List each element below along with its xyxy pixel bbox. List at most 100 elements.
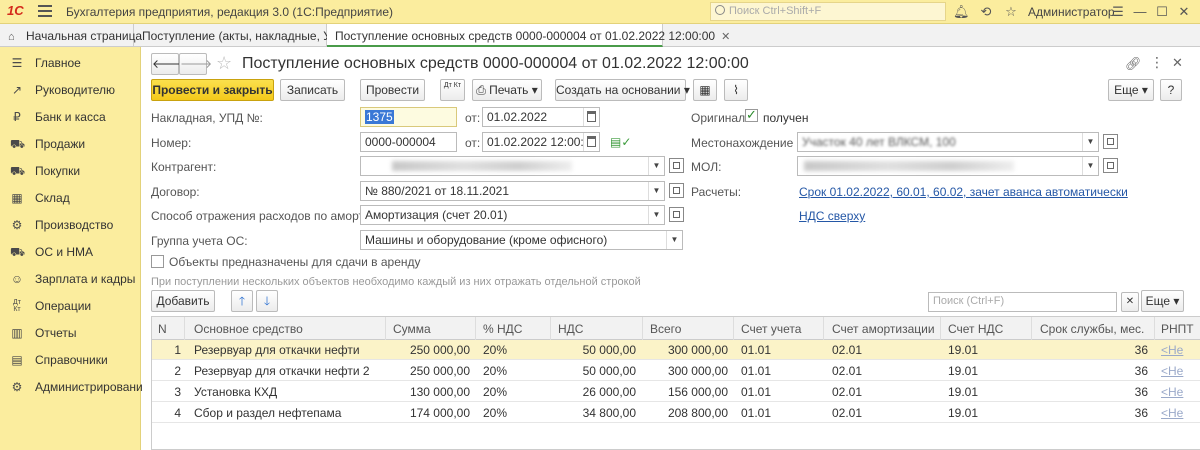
sidebar-item-purchases[interactable]: ⛟ Покупки [0,157,141,184]
link-icon[interactable]: 🔗︎ [1125,56,1142,72]
table-row[interactable]: 2 Резервуар для откачки нефти 2 250 000,… [152,361,1200,381]
sidebar-item-operations[interactable]: Дт Кт Операции [0,292,141,319]
calendar-icon[interactable] [583,133,599,151]
sidebar-item-fixed-assets[interactable]: ⛟ ОС и НМА [0,238,141,265]
cell-n: 1 [174,343,181,357]
sidebar-item-warehouse[interactable]: ▦ Склад [0,184,141,211]
settings-icon[interactable]: ☰ [1110,4,1126,20]
open-mol-icon[interactable] [1103,158,1118,173]
sidebar-item-manager[interactable]: ↗ Руководителю [0,76,141,103]
invoice-date-input[interactable]: 01.02.2022 [482,107,600,127]
cell-vat-rate: 20% [483,385,508,399]
sidebar-item-catalogs[interactable]: ▤ Справочники [0,346,141,373]
chevron-down-icon[interactable]: ▼ [666,231,682,249]
chevron-down-icon[interactable]: ▼ [648,206,664,224]
move-up-button[interactable]: 🡑 [231,290,253,312]
star-icon[interactable]: ☆ [1003,4,1019,20]
chevron-down-icon[interactable]: ▼ [648,182,664,200]
back-button[interactable]: 🡐 [151,53,184,75]
contract-input[interactable]: № 880/2021 от 18.11.2021 ▼ [360,181,665,201]
cell-rnpt[interactable]: <Не [1161,364,1183,378]
chevron-down-icon[interactable]: ▼ [1082,133,1098,151]
col-asset[interactable]: Основное средство [194,322,303,336]
close-window-icon[interactable]: ✕ [1176,4,1192,20]
print-button[interactable]: ⎙ Печать ▾ [472,79,542,101]
tab-fixed-assets-receipt[interactable]: Поступление основных средств 0000-000004… [327,24,730,47]
current-user[interactable]: Администратор [1028,5,1115,19]
books-icon: ▤ [11,353,23,367]
open-contract-icon[interactable] [669,183,684,198]
lease-checkbox[interactable] [151,255,164,268]
col-vat[interactable]: НДС [558,322,583,336]
create-based-button[interactable]: Создать на основании ▾ [555,79,690,101]
col-account[interactable]: Счет учета [741,322,801,336]
clear-search-button[interactable]: ✕ [1121,292,1139,312]
open-counterparty-icon[interactable] [669,158,684,173]
tab-fixed-assets-receipt-label: Поступление основных средств 0000-000004… [335,29,716,43]
minimize-icon[interactable]: — [1132,4,1148,20]
vat-link[interactable]: НДС сверху [799,209,865,223]
depreciation-input[interactable]: Амортизация (счет 20.01) ▼ [360,205,665,225]
cell-rnpt[interactable]: <Не [1161,343,1183,357]
col-dep-account[interactable]: Счет амортизации [832,322,935,336]
col-rnpt[interactable]: РНПТ [1161,322,1194,336]
sidebar-item-payroll[interactable]: ☺ Зарплата и кадры [0,265,141,292]
cell-rnpt[interactable]: <Не [1161,406,1183,420]
sidebar-item-production[interactable]: ⚙ Производство [0,211,141,238]
tab-home[interactable]: ⌂ Начальная страница [0,24,142,47]
sidebar-item-main[interactable]: ☰ Главное [0,49,141,76]
lease-label: Объекты предназначены для сдачи в аренду [169,255,421,269]
post-button[interactable]: Провести [360,79,425,101]
maximize-icon[interactable]: ☐ [1154,4,1170,20]
col-n[interactable]: N [158,322,167,336]
sidebar-item-sales[interactable]: ⛟ Продажи [0,130,141,157]
open-location-icon[interactable] [1103,134,1118,149]
original-checkbox[interactable] [745,107,758,123]
chevron-down-icon[interactable]: ▼ [1082,157,1098,175]
col-vat-account[interactable]: Счет НДС [948,322,1003,336]
bell-icon[interactable]: 🔔︎ [953,4,970,20]
sidebar-item-reports[interactable]: ▥ Отчеты [0,319,141,346]
post-and-close-button[interactable]: Провести и закрыть [151,79,274,101]
calendar-icon[interactable] [583,108,599,126]
col-life[interactable]: Срок службы, мес. [1040,322,1144,336]
global-search-input[interactable]: Поиск Ctrl+Shift+F [710,2,946,21]
chevron-down-icon[interactable]: ▼ [648,157,664,175]
col-sum[interactable]: Сумма [393,322,431,336]
close-form-icon[interactable]: ✕ [1172,55,1183,71]
col-total[interactable]: Всего [650,322,681,336]
sidebar-item-bank[interactable]: ₽ Банк и касса [0,103,141,130]
settlements-link[interactable]: Срок 01.02.2022, 60.01, 60.02, зачет ава… [799,185,1128,199]
more-menu-icon[interactable]: ⋮ [1150,54,1164,71]
dt-kt-button[interactable]: Дт Кт [440,79,465,101]
col-vat-rate[interactable]: % НДС [483,322,522,336]
table-row[interactable]: 1 Резервуар для откачки нефти 250 000,00… [152,340,1200,360]
main-menu-icon[interactable] [38,5,52,17]
table-search-input[interactable]: Поиск (Ctrl+F) [928,292,1117,312]
more-button[interactable]: Еще ▾ [1108,79,1154,101]
sidebar-item-admin[interactable]: ⚙ Администрирование [0,373,150,400]
forward-button[interactable]: 🡒 [179,53,212,75]
open-depreciation-icon[interactable] [669,207,684,222]
attach-button[interactable]: ⌇ [724,79,748,101]
save-button[interactable]: Записать [280,79,345,101]
table-row[interactable]: 4 Сбор и раздел нефтепама 174 000,00 20%… [152,403,1200,423]
help-button[interactable]: ? [1160,79,1182,101]
number-input[interactable]: 0000-000004 [360,132,457,152]
invoice-number-input[interactable]: 1375 [360,107,457,127]
move-down-button[interactable]: 🡓 [256,290,278,312]
structure-button[interactable]: ▦ [693,79,717,101]
group-input[interactable]: Машины и оборудование (кроме офисного) ▼ [360,230,683,250]
table-more-button[interactable]: Еще ▾ [1141,290,1184,312]
truck-icon: ⛟ [10,245,26,259]
cell-rnpt[interactable]: <Не [1161,385,1183,399]
history-icon[interactable]: ⟲ [978,4,994,20]
location-input[interactable]: Участок 40 лет ВЛКСМ, 100 ▼ [797,132,1099,152]
close-tab-icon[interactable]: ✕ [721,31,730,43]
favorite-star-icon[interactable]: ☆ [216,53,232,74]
document-date-input[interactable]: 01.02.2022 12:00:00 [482,132,600,152]
original-label: Оригинал: [691,111,749,125]
add-button[interactable]: Добавить [151,290,215,312]
tab-receipts-list[interactable]: Поступление (акты, накладные, УПД)✕ [134,24,367,47]
table-row[interactable]: 3 Установка КХД 130 000,00 20% 26 000,00… [152,382,1200,402]
